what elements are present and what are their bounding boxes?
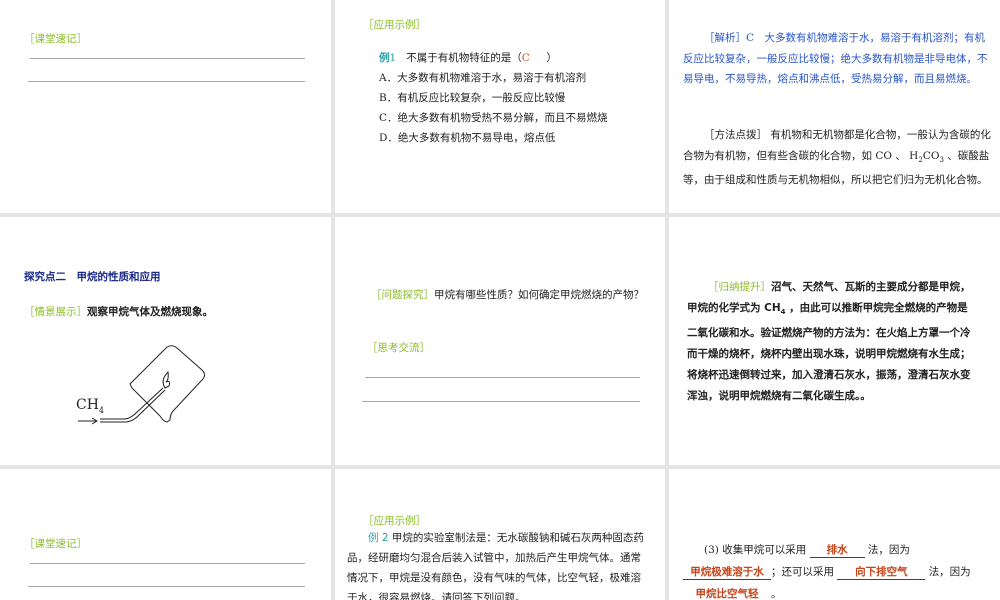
question-paragraph: ［问题探究］甲烷有哪些性质？如何确定甲烷燃烧的产物？ xyxy=(350,285,650,306)
option-d: D．绝大多数有机物不易导电，熔点低 xyxy=(379,132,556,144)
question-text: ；还可以采用 xyxy=(771,566,834,578)
notes-line xyxy=(30,563,305,564)
subscript: 4 xyxy=(98,405,105,415)
option-c: C．绝大多数有机物受热不易分解，而且不易燃烧 xyxy=(379,112,608,124)
inquiry-text: 甲烷有哪些性质？如何确定甲烷燃烧的产物？ xyxy=(434,289,644,301)
question: 例1 不属于有机物特征的是（C ） xyxy=(379,50,557,65)
example-label: ［应用示例］ xyxy=(363,19,426,31)
slide-8[interactable]: ［应用示例］ 例 2 甲烷的实验室制法是：无水碳酸钠和碱石灰两种固态药品，经研磨… xyxy=(335,469,665,600)
notes-line xyxy=(30,58,305,59)
option-a: A．大多数有机物难溶于水，易溶于有机溶剂 xyxy=(379,72,587,84)
example-label: ［应用示例］ xyxy=(363,515,426,527)
methane-burning-diagram xyxy=(78,345,205,425)
slide-2[interactable]: ［应用示例］ 例1 不属于有机物特征的是（C ） A．大多数有机物难溶于水，易溶… xyxy=(335,0,665,213)
answer-blank-4[interactable]: 甲烷比空气轻 xyxy=(683,587,771,600)
slide-5[interactable]: ［问题探究］甲烷有哪些性质？如何确定甲烷燃烧的产物？ ［思考交流］ xyxy=(335,217,665,465)
answer-blank-1[interactable]: 排水 xyxy=(809,543,865,558)
question-3: (3) 收集甲烷可以采用 排水 法，因为 甲烷极难溶于水 ；还可以采用 向下排空气… xyxy=(683,539,983,600)
answer-blank-2[interactable]: 甲烷极难溶于水 xyxy=(683,565,771,580)
summary-label: ［归纳提升］ xyxy=(708,281,771,293)
slide-1[interactable]: ［课堂速记］ xyxy=(0,0,331,213)
slide-7[interactable]: ［课堂速记］ xyxy=(0,469,331,600)
methane-label: CH4 xyxy=(76,397,104,415)
summary-text-2: ，由此可以推断甲烷完全燃烧的产物是二氧化碳和水。验证燃烧产物的方法为：在火焰上方… xyxy=(687,302,971,403)
answer-blank-3[interactable]: 向下排空气 xyxy=(837,565,926,580)
question-text: (3) 收集甲烷可以采用 xyxy=(704,544,807,556)
scenario-label: ［情景展示］ xyxy=(24,306,87,318)
question-end: ） xyxy=(546,52,557,64)
section-title: 探究点二 甲烷的性质和应用 xyxy=(24,271,161,283)
example-tag: 例 xyxy=(379,52,390,64)
summary-paragraph: ［归纳提升］沼气、天然气、瓦斯的主要成分都是甲烷，甲烷的化学式为 CH4 ，由此… xyxy=(687,277,977,407)
option-b: B．有机反应比较复杂，一般反应比较慢 xyxy=(379,92,566,104)
formula: CH xyxy=(76,397,99,413)
answer: C xyxy=(521,52,530,64)
question-text: 法，因为 xyxy=(928,566,971,578)
slide-3[interactable]: ［解析］C 大多数有机物难溶于水，易溶于有机溶剂；有机反应比较复杂，一般反应比较… xyxy=(669,0,1000,213)
notes-line xyxy=(362,401,640,402)
notes-line xyxy=(365,377,640,378)
notes-label: ［课堂速记］ xyxy=(24,538,87,550)
analysis-text: ［解析］C 大多数有机物难溶于水，易溶于有机溶剂；有机反应比较复杂，一般反应比较… xyxy=(683,32,988,85)
notes-line xyxy=(28,81,305,82)
scenario: ［情景展示］观察甲烷气体及燃烧现象。 xyxy=(24,304,213,319)
question-text: 不属于有机物特征的是（ xyxy=(406,52,522,64)
question-text: 。 xyxy=(771,588,782,600)
method-paragraph: ［方法点拨］ 有机物和无机物都是化合物，一般认为含碳的化合物为有机物，但有些含碳… xyxy=(683,125,991,191)
discussion-label: ［思考交流］ xyxy=(367,342,430,354)
notes-label: ［课堂速记］ xyxy=(24,33,87,45)
example-num: 1 xyxy=(389,52,397,64)
slide-6[interactable]: ［归纳提升］沼气、天然气、瓦斯的主要成分都是甲烷，甲烷的化学式为 CH4 ，由此… xyxy=(669,217,1000,465)
method-label: ［方法点拨］ xyxy=(704,129,767,141)
example-text: 甲烷的实验室制法是：无水碳酸钠和碱石灰两种固态药品，经研磨均匀混合后装入试管中，… xyxy=(347,532,644,600)
slide-9[interactable]: (3) 收集甲烷可以采用 排水 法，因为 甲烷极难溶于水 ；还可以采用 向下排空气… xyxy=(669,469,1000,600)
inquiry-label: ［问题探究］ xyxy=(371,289,434,301)
example-tag: 例 2 xyxy=(368,532,389,544)
scenario-text: 观察甲烷气体及燃烧现象。 xyxy=(87,306,213,318)
formula-part: CO xyxy=(922,149,940,162)
question-text: 法，因为 xyxy=(867,544,910,556)
slide-4[interactable]: 探究点二 甲烷的性质和应用 ［情景展示］观察甲烷气体及燃烧现象。 CH4 xyxy=(0,217,331,465)
example-paragraph: 例 2 甲烷的实验室制法是：无水碳酸钠和碱石灰两种固态药品，经研磨均匀混合后装入… xyxy=(347,528,649,600)
notes-line xyxy=(28,586,305,587)
